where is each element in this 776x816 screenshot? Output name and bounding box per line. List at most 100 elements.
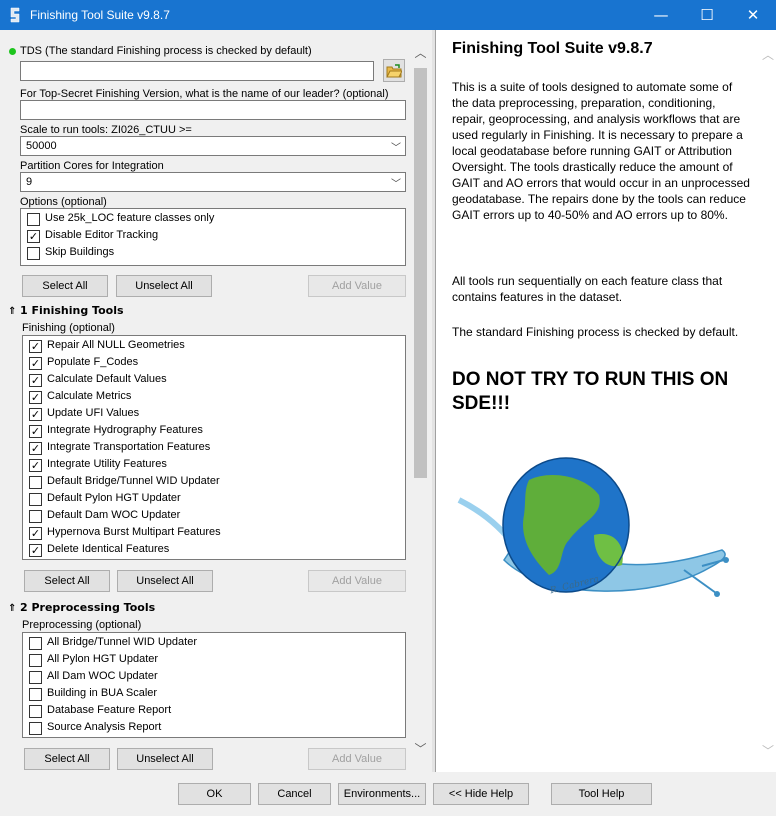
preprocessing-add-value-button[interactable]: Add Value	[308, 748, 406, 770]
tool-help-button[interactable]: Tool Help	[551, 783, 652, 805]
checkbox-checked[interactable]: ✓	[29, 442, 42, 455]
leader-input[interactable]	[20, 100, 406, 120]
finishing-section-title: 1 Finishing Tools	[20, 304, 124, 317]
scrollbar-thumb[interactable]	[414, 68, 427, 478]
title-bar: Finishing Tool Suite v9.8.7 — ☐ ✕	[0, 0, 776, 30]
open-folder-icon	[386, 64, 402, 78]
checkbox-label: Default Dam WOC Updater	[47, 509, 181, 521]
checkbox-label: Disable Editor Tracking	[45, 229, 159, 241]
checkbox-unchecked[interactable]	[27, 247, 40, 260]
options-list: Use 25k_LOC feature classes only ✓ Disable…	[20, 208, 406, 266]
checkbox-label: Integrate Utility Features	[47, 458, 167, 470]
preprocessing-list: All Bridge/Tunnel WID Updater All Pylon H…	[22, 632, 406, 738]
checkbox-label: Building in BUA Scaler	[47, 687, 158, 699]
checkbox-label: Delete Identical Features	[47, 543, 170, 555]
help-sequence-note: All tools run sequentially on each featu…	[452, 274, 723, 304]
options-label: Options (optional)	[20, 196, 107, 208]
checkbox-unchecked[interactable]	[29, 476, 42, 489]
ok-button[interactable]: OK	[178, 783, 251, 805]
cores-select[interactable]: 9 ﹀	[20, 172, 406, 192]
close-button[interactable]: ✕	[730, 0, 776, 30]
scale-value: 50000	[26, 140, 57, 152]
checkbox-label: Update UFI Values	[47, 407, 140, 419]
cancel-button[interactable]: Cancel	[258, 783, 331, 805]
checkbox-label: Default Pylon HGT Updater	[47, 492, 181, 504]
window-title: Finishing Tool Suite v9.8.7	[30, 8, 170, 22]
tds-input[interactable]	[20, 61, 374, 81]
help-pane: Finishing Tool Suite v9.8.7 This is a su…	[435, 30, 776, 772]
browse-button[interactable]	[383, 59, 405, 82]
checkbox-checked[interactable]: ✓	[29, 391, 42, 404]
checkbox-checked[interactable]: ✓	[29, 408, 42, 421]
checkbox-checked[interactable]: ✓	[29, 374, 42, 387]
finishing-add-value-button[interactable]: Add Value	[308, 570, 406, 592]
help-warning: DO NOT TRY TO RUN THIS ON SDE!!!	[452, 369, 729, 414]
checkbox-label: Repair All NULL Geometries	[47, 339, 185, 351]
maximize-button[interactable]: ☐	[684, 0, 730, 30]
tds-label: TDS (The standard Finishing process is c…	[20, 45, 312, 57]
checkbox-label: Source Analysis Report	[47, 721, 162, 733]
checkbox-label: Hypernova Burst Multipart Features	[47, 526, 221, 538]
options-select-all-button[interactable]: Select All	[22, 275, 108, 297]
checkbox-unchecked[interactable]	[29, 688, 42, 701]
options-add-value-button[interactable]: Add Value	[308, 275, 406, 297]
required-dot-icon	[9, 48, 16, 55]
checkbox-checked[interactable]: ✓	[29, 357, 42, 370]
chevron-down-icon: ﹀	[391, 179, 401, 190]
checkbox-checked[interactable]: ✓	[29, 544, 42, 557]
checkbox-unchecked[interactable]	[29, 637, 42, 650]
checkbox-label: All Pylon HGT Updater	[47, 653, 159, 665]
help-default-note: The standard Finishing process is checke…	[452, 325, 739, 339]
checkbox-unchecked[interactable]	[27, 213, 40, 226]
parameters-pane: TDS (The standard Finishing process is c…	[0, 30, 432, 772]
checkbox-unchecked[interactable]	[29, 722, 42, 735]
scale-label: Scale to run tools: ZI026_CTUU >=	[20, 124, 192, 136]
preprocessing-section-title: 2 Preprocessing Tools	[20, 601, 156, 614]
leader-label: For Top-Secret Finishing Version, what i…	[20, 88, 389, 100]
minimize-button[interactable]: —	[638, 0, 684, 30]
checkbox-checked[interactable]: ✓	[29, 340, 42, 353]
checkbox-label: Calculate Metrics	[47, 390, 132, 402]
finishing-section-header[interactable]: ⇑ 1 Finishing Tools	[8, 304, 124, 317]
toolbox-icon	[10, 7, 20, 23]
scroll-up-icon[interactable]: ︿	[412, 44, 429, 61]
checkbox-unchecked[interactable]	[29, 654, 42, 667]
parameters-scrollbar[interactable]: ︿ ﹀	[412, 40, 429, 772]
chevron-down-icon: ﹀	[391, 143, 401, 154]
hide-help-button[interactable]: << Hide Help	[433, 783, 529, 805]
checkbox-label: Skip Buildings	[45, 246, 115, 258]
checkbox-label: All Bridge/Tunnel WID Updater	[47, 636, 197, 648]
finishing-unselect-all-button[interactable]: Unselect All	[117, 570, 213, 592]
help-scroll-down-icon[interactable]: ﹀	[762, 742, 774, 759]
preprocessing-list-label: Preprocessing (optional)	[22, 619, 142, 631]
help-description: This is a suite of tools designed to aut…	[452, 80, 750, 222]
preprocessing-section-header[interactable]: ⇑ 2 Preprocessing Tools	[8, 601, 155, 614]
environments-button[interactable]: Environments...	[338, 783, 426, 805]
preprocessing-select-all-button[interactable]: Select All	[24, 748, 110, 770]
checkbox-checked[interactable]: ✓	[27, 230, 40, 243]
scroll-down-icon[interactable]: ﹀	[412, 740, 429, 757]
checkbox-label: Integrate Hydrography Features	[47, 424, 203, 436]
checkbox-label: Use 25k_LOC feature classes only	[45, 212, 215, 224]
checkbox-label: Calculate Default Values	[47, 373, 167, 385]
help-scroll-up-icon[interactable]: ︿	[762, 46, 774, 63]
preprocessing-unselect-all-button[interactable]: Unselect All	[117, 748, 213, 770]
scale-select[interactable]: 50000 ﹀	[20, 136, 406, 156]
finishing-select-all-button[interactable]: Select All	[24, 570, 110, 592]
checkbox-unchecked[interactable]	[29, 510, 42, 523]
cores-value: 9	[26, 176, 33, 188]
checkbox-checked[interactable]: ✓	[29, 459, 42, 472]
checkbox-label: Integrate Transportation Features	[47, 441, 211, 453]
globe-snail-illustration: R. Cabrera	[457, 457, 729, 597]
checkbox-unchecked[interactable]	[29, 493, 42, 506]
checkbox-checked[interactable]: ✓	[29, 425, 42, 438]
checkbox-label: Populate F_Codes	[47, 356, 139, 368]
finishing-list-label: Finishing (optional)	[22, 322, 115, 334]
collapse-icon: ⇑	[8, 603, 17, 614]
checkbox-unchecked[interactable]	[29, 705, 42, 718]
finishing-list: ✓ Repair All NULL Geometries ✓ Populate F_C…	[22, 335, 406, 560]
dialog-button-bar: OK Cancel Environments... << Hide Help T…	[0, 772, 776, 816]
checkbox-checked[interactable]: ✓	[29, 527, 42, 540]
checkbox-unchecked[interactable]	[29, 671, 42, 684]
options-unselect-all-button[interactable]: Unselect All	[116, 275, 212, 297]
